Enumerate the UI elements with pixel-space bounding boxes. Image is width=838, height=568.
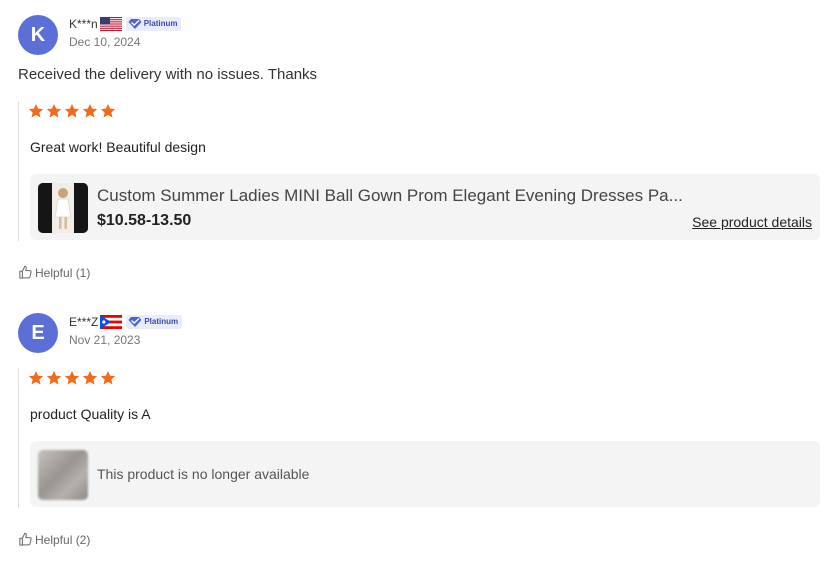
review-detail-text: product Quality is A: [30, 406, 151, 422]
product-title[interactable]: Custom Summer Ladies MINI Ball Gown Prom…: [97, 186, 683, 206]
review-date: Nov 21, 2023: [69, 333, 141, 347]
review-2: E E***Z Platinum Nov 21, 2023: [18, 313, 820, 353]
thumbs-up-icon: [19, 532, 32, 546]
review-detail-text: Great work! Beautiful design: [30, 139, 206, 155]
star-icon: [28, 371, 44, 385]
product-card-unavailable: This product is no longer available: [30, 441, 820, 507]
us-flag-icon: [99, 16, 122, 31]
star-icon: [100, 371, 116, 385]
reviewer-meta: E***Z Platinum Nov 21, 2023: [69, 313, 183, 347]
star-icon: [64, 104, 80, 118]
star-icon: [46, 371, 62, 385]
review-2-detail: product Quality is A This product is no …: [18, 368, 821, 508]
platinum-badge: Platinum: [126, 314, 183, 329]
star-icon: [46, 104, 62, 118]
star-icon: [64, 371, 80, 385]
diamond-icon: [128, 316, 142, 327]
avatar: K: [18, 15, 58, 55]
review-header: K K***n Platinum Dec 10, 2024: [18, 15, 820, 55]
diamond-icon: [128, 18, 142, 29]
review-1-detail: Great work! Beautiful design Custom Summ…: [18, 101, 821, 241]
avatar: E: [18, 313, 58, 353]
reviewer-name: E***Z: [69, 314, 99, 329]
product-thumbnail-unavailable: [38, 450, 88, 500]
product-unavailable-text: This product is no longer available: [97, 466, 310, 482]
reviewer-name: K***n: [69, 16, 98, 31]
see-product-details-link[interactable]: See product details: [692, 214, 812, 230]
helpful-button[interactable]: Helpful (1): [18, 265, 90, 280]
product-thumbnail[interactable]: [38, 183, 88, 233]
star-rating: [28, 370, 116, 386]
review-1: K K***n Platinum Dec 10, 2024 Received t…: [18, 15, 820, 83]
star-icon: [28, 104, 44, 118]
star-icon: [82, 104, 98, 118]
star-icon: [82, 371, 98, 385]
reviewer-meta: K***n Platinum Dec 10, 2024: [69, 15, 182, 49]
product-card[interactable]: Custom Summer Ladies MINI Ball Gown Prom…: [30, 174, 820, 240]
puerto-rico-flag-icon: [100, 314, 123, 329]
platinum-badge: Platinum: [125, 16, 182, 31]
review-text: Received the delivery with no issues. Th…: [18, 66, 318, 83]
star-icon: [100, 104, 116, 118]
helpful-button[interactable]: Helpful (2): [18, 532, 90, 547]
review-date: Dec 10, 2024: [69, 35, 141, 49]
review-header: E E***Z Platinum Nov 21, 2023: [18, 313, 820, 353]
product-price: $10.58-13.50: [97, 212, 192, 229]
star-rating: [28, 103, 116, 119]
thumbs-up-icon: [19, 265, 32, 279]
